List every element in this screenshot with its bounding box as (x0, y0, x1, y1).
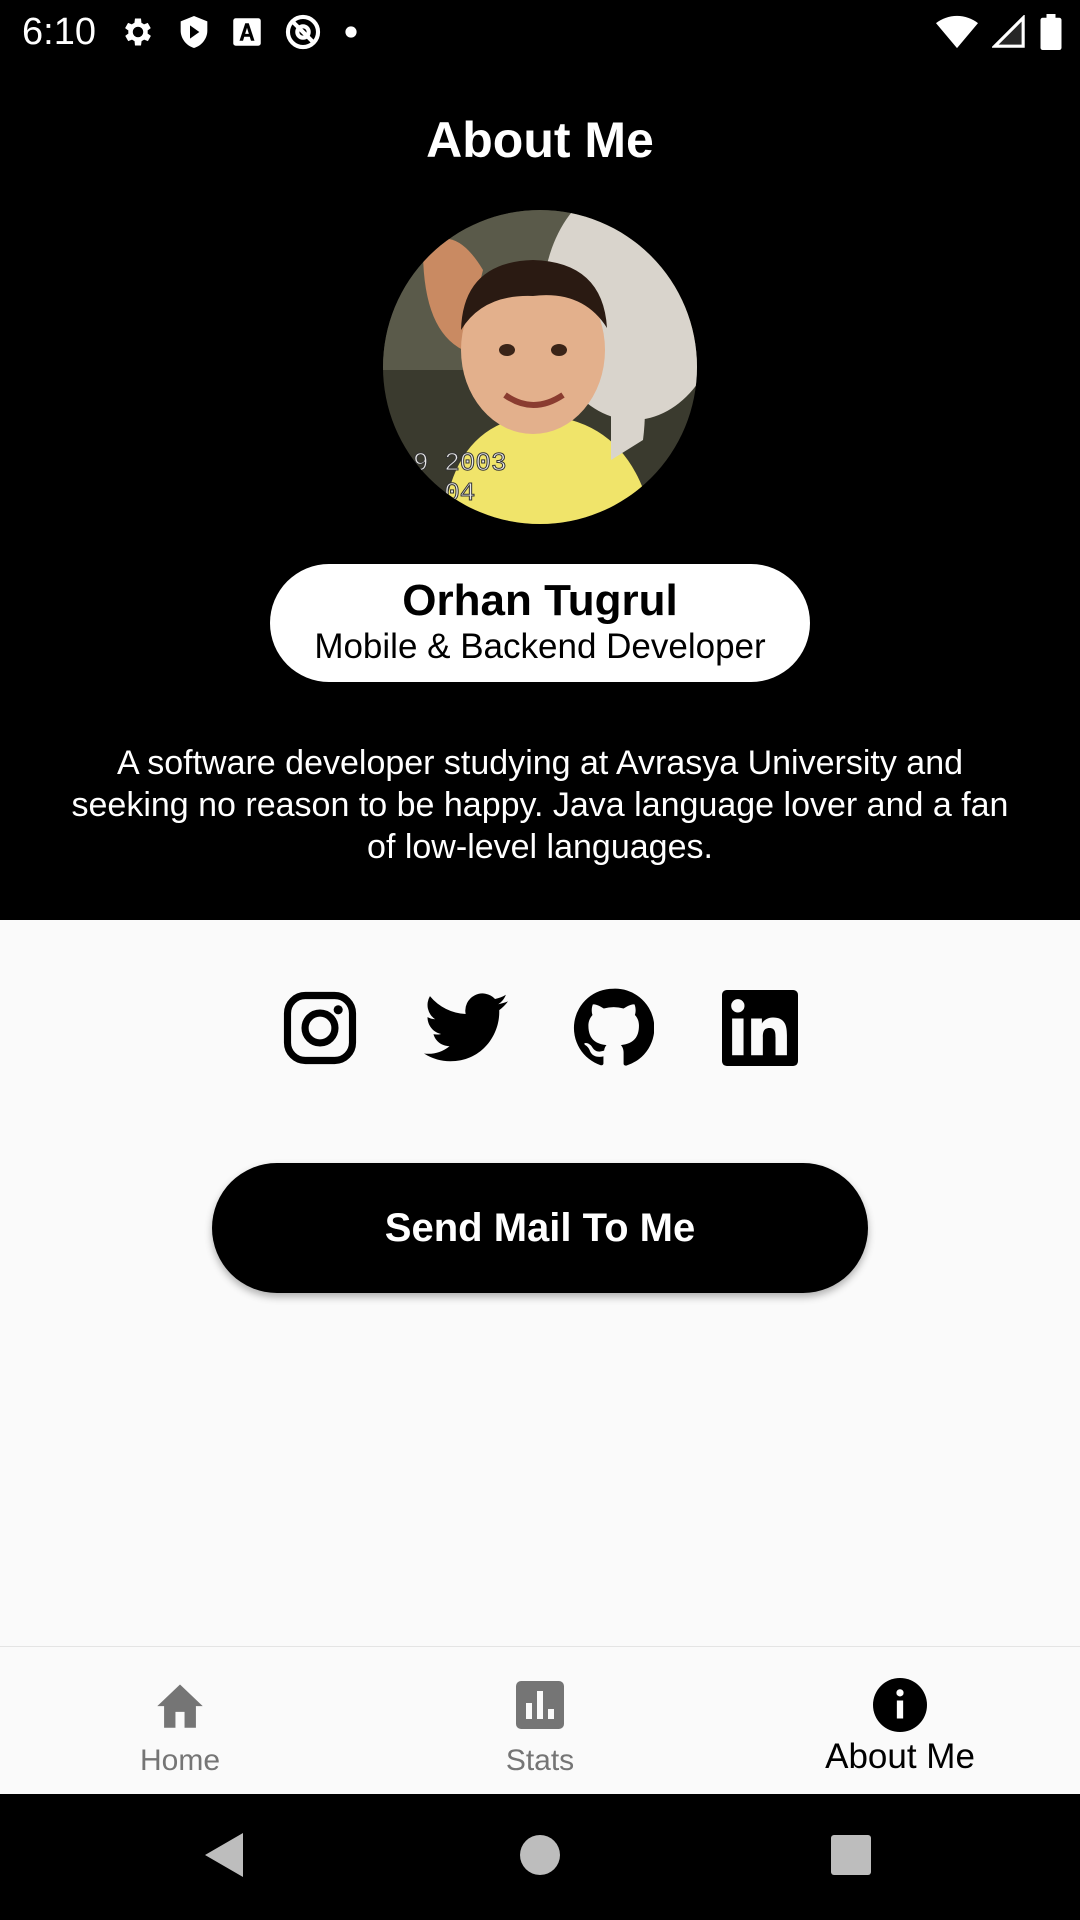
github-button[interactable] (571, 988, 655, 1072)
twitter-icon (424, 992, 508, 1068)
nav-item-stats[interactable]: Stats (360, 1647, 720, 1795)
content-area: Send Mail To Me (0, 920, 1080, 1646)
profile-bio: A software developer studying at Avrasya… (71, 744, 1009, 866)
dot-icon (344, 25, 358, 39)
nav-label-stats: Stats (505, 1744, 575, 1777)
battery-icon (1040, 14, 1062, 50)
nav-item-about-me[interactable]: About Me (720, 1647, 1080, 1795)
bar-chart-icon (510, 1675, 570, 1735)
wifi-icon (936, 15, 978, 49)
status-icons-left (120, 12, 358, 52)
instagram-button[interactable] (278, 988, 362, 1072)
status-time: 6:10 (22, 11, 96, 53)
nav-item-home[interactable]: Home (0, 1647, 360, 1795)
page-title: About Me (426, 112, 654, 168)
social-links (0, 988, 1080, 1072)
about-me-screen: 6:10 About Me 9 2003 2:04 Orhan Tugrul M… (0, 0, 1080, 1920)
nav-label-home: Home (139, 1744, 221, 1777)
instagram-icon (281, 989, 359, 1072)
shield-icon (178, 14, 210, 50)
name-card: Orhan Tugrul Mobile & Backend Developer (270, 564, 810, 682)
home-circle-icon (520, 1834, 560, 1880)
twitter-button[interactable] (424, 988, 508, 1072)
signal-icon (992, 15, 1026, 49)
system-navigation-bar (0, 1794, 1080, 1920)
info-icon (870, 1675, 930, 1735)
back-button[interactable] (192, 1824, 258, 1890)
avatar-stamp-date: 9 2003 (413, 448, 507, 478)
linkedin-button[interactable] (718, 988, 802, 1072)
font-icon (232, 17, 262, 47)
profile-name: Orhan Tugrul (402, 576, 678, 625)
recents-icon (831, 1834, 871, 1880)
nav-label-about-me: About Me (825, 1737, 975, 1776)
bottom-navigation: Home Stats About Me (0, 1646, 1080, 1794)
status-icons-right (936, 12, 1062, 52)
back-icon (203, 1830, 247, 1885)
home-system-button[interactable] (507, 1824, 573, 1890)
profile-role: Mobile & Backend Developer (314, 627, 766, 666)
github-icon (572, 987, 655, 1074)
status-bar: 6:10 (0, 0, 1080, 64)
at-sign-icon (284, 13, 322, 51)
send-mail-button[interactable]: Send Mail To Me (212, 1163, 868, 1293)
linkedin-icon (722, 989, 798, 1071)
settings-icon (120, 14, 156, 50)
recents-button[interactable] (818, 1824, 884, 1890)
avatar: 9 2003 2:04 (383, 210, 697, 524)
avatar-stamp-time: 2:04 (413, 478, 475, 508)
home-icon (150, 1675, 210, 1735)
profile-header: About Me 9 2003 2:04 Orhan Tugrul Mobile… (0, 64, 1080, 920)
